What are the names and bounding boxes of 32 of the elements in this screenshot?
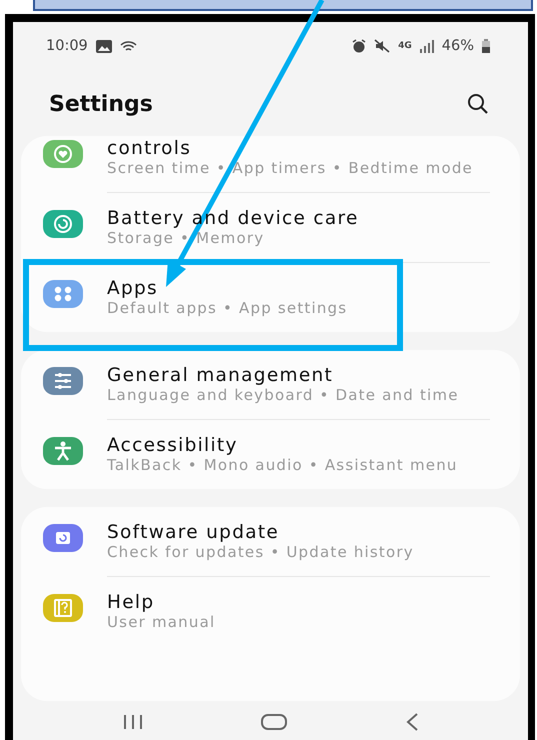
item-title: Software update <box>107 522 280 544</box>
wifi-icon <box>120 40 137 52</box>
home-icon[interactable] <box>261 714 288 730</box>
settings-item[interactable]: Help User manual <box>21 577 520 646</box>
status-time: 10:09 <box>46 38 88 54</box>
battery-icon <box>482 39 490 53</box>
item-subtitle: Screen time • App timers • Bedtime mode <box>107 160 474 177</box>
item-title: controls <box>107 138 192 160</box>
back-icon[interactable] <box>405 713 420 731</box>
settings-item[interactable]: Accessibility TalkBack • Mono audio • Assistant menu <box>21 420 520 489</box>
item-subtitle: Default apps • App settings <box>107 300 348 317</box>
item-subtitle: TalkBack • Mono audio • Assistant menu <box>107 457 459 474</box>
item-subtitle: Storage • Memory <box>107 230 266 247</box>
recent-apps-icon[interactable] <box>122 714 144 730</box>
settings-item[interactable]: Software update Check for updates • Update history <box>21 507 520 576</box>
item-title: General management <box>107 365 334 387</box>
page-title: Settings <box>49 92 154 116</box>
item-title: Accessibility <box>107 435 239 457</box>
mute-icon <box>374 39 390 53</box>
item-subtitle: User manual <box>107 614 216 631</box>
alarm-icon <box>352 39 366 53</box>
network-type: 4G <box>398 41 412 51</box>
item-title: Apps <box>107 278 159 300</box>
signal-icon <box>420 40 434 52</box>
battery-percent: 46% <box>442 38 474 54</box>
settings-item[interactable]: controls Screen time • App timers • Bedtime mode <box>21 136 520 192</box>
settings-item[interactable]: General management Language and keyboard • Date and time <box>21 350 520 419</box>
settings-item[interactable]: Apps Default apps • App settings <box>21 263 520 332</box>
image-icon <box>96 40 112 52</box>
item-subtitle: Check for updates • Update history <box>107 544 415 561</box>
item-title: Help <box>107 592 156 614</box>
item-subtitle: Language and keyboard • Date and time <box>107 387 460 404</box>
